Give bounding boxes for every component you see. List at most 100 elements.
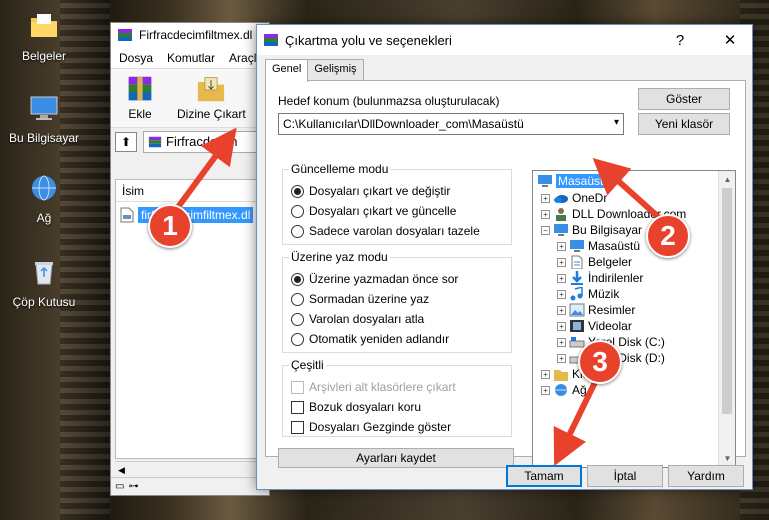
misc-option-show-explorer[interactable]: Dosyaları Gezginde göster bbox=[291, 420, 451, 434]
desktop-icon-label: Belgeler bbox=[21, 49, 67, 63]
up-arrow-icon: ⬆ bbox=[120, 134, 132, 149]
tree-item-resimler[interactable]: + Resimler bbox=[557, 302, 635, 318]
expand-icon[interactable]: + bbox=[557, 257, 566, 267]
tree-item-masaustu[interactable]: + Masaüstü bbox=[557, 238, 640, 254]
radio-button[interactable] bbox=[291, 224, 304, 238]
callout-1: 1 bbox=[148, 204, 192, 248]
update-option-extract-update[interactable]: Dosyaları çıkart ve güncelle bbox=[291, 204, 456, 218]
tree-item-muzik[interactable]: + Müzik bbox=[557, 286, 619, 302]
add-button[interactable]: Ekle bbox=[121, 75, 159, 121]
menu-komutlar[interactable]: Komutlar bbox=[167, 51, 215, 65]
file-list: İsim firfracdecimfiltmex.dl bbox=[115, 179, 269, 459]
help-bottom-button[interactable]: Yardım bbox=[668, 465, 744, 487]
menu-dosya[interactable]: Dosya bbox=[119, 51, 153, 65]
expand-icon[interactable]: + bbox=[557, 305, 566, 315]
expand-icon[interactable]: + bbox=[557, 241, 566, 251]
close-button[interactable]: ✕ bbox=[708, 25, 752, 55]
destination-path-value: C:\Kullanıcılar\DllDownloader_com\Masaüs… bbox=[283, 117, 524, 131]
desktop-icon-belgeler[interactable]: Belgeler bbox=[6, 10, 82, 63]
option-label: Otomatik yeniden adlandır bbox=[309, 332, 450, 346]
scrollbar-thumb[interactable] bbox=[722, 188, 732, 414]
scroll-up-icon[interactable]: ▲ bbox=[719, 171, 735, 188]
radio-button[interactable] bbox=[291, 184, 304, 198]
overwrite-option-skip[interactable]: Varolan dosyaları atla bbox=[291, 312, 424, 326]
expand-icon[interactable]: + bbox=[541, 369, 550, 379]
desktop-icon-cop-kutusu[interactable]: Çöp Kutusu bbox=[6, 256, 82, 309]
winrar-toolbar: Ekle Dizine Çıkart bbox=[111, 69, 269, 127]
horizontal-scrollbar[interactable]: ◀ bbox=[115, 461, 269, 477]
onedrive-icon bbox=[554, 195, 568, 203]
desktop-icon-bu-bilgisayar[interactable]: Bu Bilgisayar bbox=[6, 92, 82, 145]
radio-button[interactable] bbox=[291, 332, 304, 346]
checkbox[interactable] bbox=[291, 400, 304, 414]
library-icon bbox=[554, 370, 568, 381]
chevron-down-icon[interactable]: ▾ bbox=[614, 117, 619, 128]
tab-gelismis[interactable]: Gelişmiş bbox=[307, 59, 364, 81]
tree-item-masaustu-root[interactable]: Masaüstü bbox=[537, 173, 613, 189]
extract-folder-icon bbox=[198, 77, 225, 102]
tree-item-belgeler[interactable]: + Belgeler bbox=[557, 254, 632, 270]
ok-button[interactable]: Tamam bbox=[506, 465, 582, 487]
downloads-icon bbox=[571, 271, 583, 285]
tree-item-ag[interactable]: + Ağ bbox=[541, 382, 587, 398]
tree-item-label: Resimler bbox=[588, 303, 636, 317]
tree-vertical-scrollbar[interactable]: ▲ ▼ bbox=[718, 171, 735, 467]
tree-item-label: Videolar bbox=[588, 319, 632, 333]
winrar-icon bbox=[264, 34, 278, 46]
tree-item-bu-bilgisayar[interactable]: − Bu Bilgisayar bbox=[541, 222, 642, 238]
expand-icon[interactable]: + bbox=[557, 353, 566, 363]
winrar-titlebar[interactable]: Firfracdecimfiltmex.dl bbox=[111, 23, 269, 47]
expand-icon[interactable]: + bbox=[557, 289, 566, 299]
radio-button[interactable] bbox=[291, 312, 304, 326]
dialog-titlebar[interactable]: Çıkartma yolu ve seçenekleri ? ✕ bbox=[257, 25, 752, 55]
collapse-icon[interactable]: − bbox=[541, 225, 550, 235]
destination-path-combo[interactable]: C:\Kullanıcılar\DllDownloader_com\Masaüs… bbox=[278, 113, 624, 135]
archive-path-box[interactable]: Firfracdecim bbox=[143, 130, 265, 153]
overwrite-option-ask[interactable]: Üzerine yazmadan önce sor bbox=[291, 272, 458, 286]
option-label: Bozuk dosyaları koru bbox=[309, 400, 422, 414]
expand-icon[interactable]: + bbox=[557, 337, 566, 347]
tree-item-indirilenler[interactable]: + İndirilenler bbox=[557, 270, 643, 286]
network-icon bbox=[32, 175, 56, 201]
folder-tree: Masaüstü + OneDr + DLL Downloader.com − … bbox=[532, 170, 736, 468]
winrar-statusbar: ▭ ⊶ bbox=[111, 477, 269, 495]
expand-icon[interactable]: + bbox=[541, 193, 550, 203]
scroll-left-icon: ◀ bbox=[118, 465, 125, 475]
tree-item-label: Ağ bbox=[572, 383, 587, 397]
new-folder-button[interactable]: Yeni klasör bbox=[638, 113, 730, 135]
checkbox[interactable] bbox=[291, 420, 304, 434]
extract-to-button[interactable]: Dizine Çıkart bbox=[177, 75, 246, 121]
tree-item-videolar[interactable]: + Videolar bbox=[557, 318, 632, 334]
up-folder-button[interactable]: ⬆ bbox=[115, 131, 137, 152]
column-header-name[interactable]: İsim bbox=[116, 180, 268, 202]
file-row[interactable]: firfracdecimfiltmex.dl bbox=[116, 206, 268, 224]
cancel-button[interactable]: İptal bbox=[587, 465, 663, 487]
overwrite-option-rename[interactable]: Otomatik yeniden adlandır bbox=[291, 332, 449, 346]
radio-button[interactable] bbox=[291, 272, 304, 286]
tree-item-label: OneDr bbox=[572, 191, 608, 205]
show-button[interactable]: Göster bbox=[638, 88, 730, 110]
expand-icon[interactable]: + bbox=[557, 273, 566, 283]
documents-icon bbox=[571, 255, 583, 269]
tree-item-label: İndirilenler bbox=[588, 271, 644, 285]
tab-genel[interactable]: Genel bbox=[265, 59, 309, 82]
expand-icon[interactable]: + bbox=[541, 385, 550, 395]
radio-button[interactable] bbox=[291, 204, 304, 218]
music-icon bbox=[570, 287, 583, 301]
extract-options-dialog: Çıkartma yolu ve seçenekleri ? ✕ Genel G… bbox=[256, 24, 753, 490]
expand-icon[interactable]: + bbox=[557, 321, 566, 331]
tree-item-onedrive[interactable]: + OneDr bbox=[541, 190, 607, 206]
expand-icon[interactable]: + bbox=[541, 209, 550, 219]
pictures-icon bbox=[569, 303, 585, 317]
misc-option-keep-broken[interactable]: Bozuk dosyaları koru bbox=[291, 400, 421, 414]
help-button[interactable]: ? bbox=[658, 25, 702, 55]
update-option-freshen[interactable]: Sadece varolan dosyaları tazele bbox=[291, 224, 480, 238]
radio-button[interactable] bbox=[291, 292, 304, 306]
save-settings-button[interactable]: Ayarları kaydet bbox=[278, 448, 514, 468]
overwrite-option-no-ask[interactable]: Sormadan üzerine yaz bbox=[291, 292, 429, 306]
update-mode-group: Güncelleme modu Dosyaları çıkart ve deği… bbox=[282, 162, 512, 245]
desktop-icon-ag[interactable]: Ağ bbox=[6, 172, 82, 225]
misc-title: Çeşitli bbox=[289, 358, 326, 372]
tree-item-label: Belgeler bbox=[588, 255, 633, 269]
update-option-extract-replace[interactable]: Dosyaları çıkart ve değiştir bbox=[291, 184, 450, 198]
